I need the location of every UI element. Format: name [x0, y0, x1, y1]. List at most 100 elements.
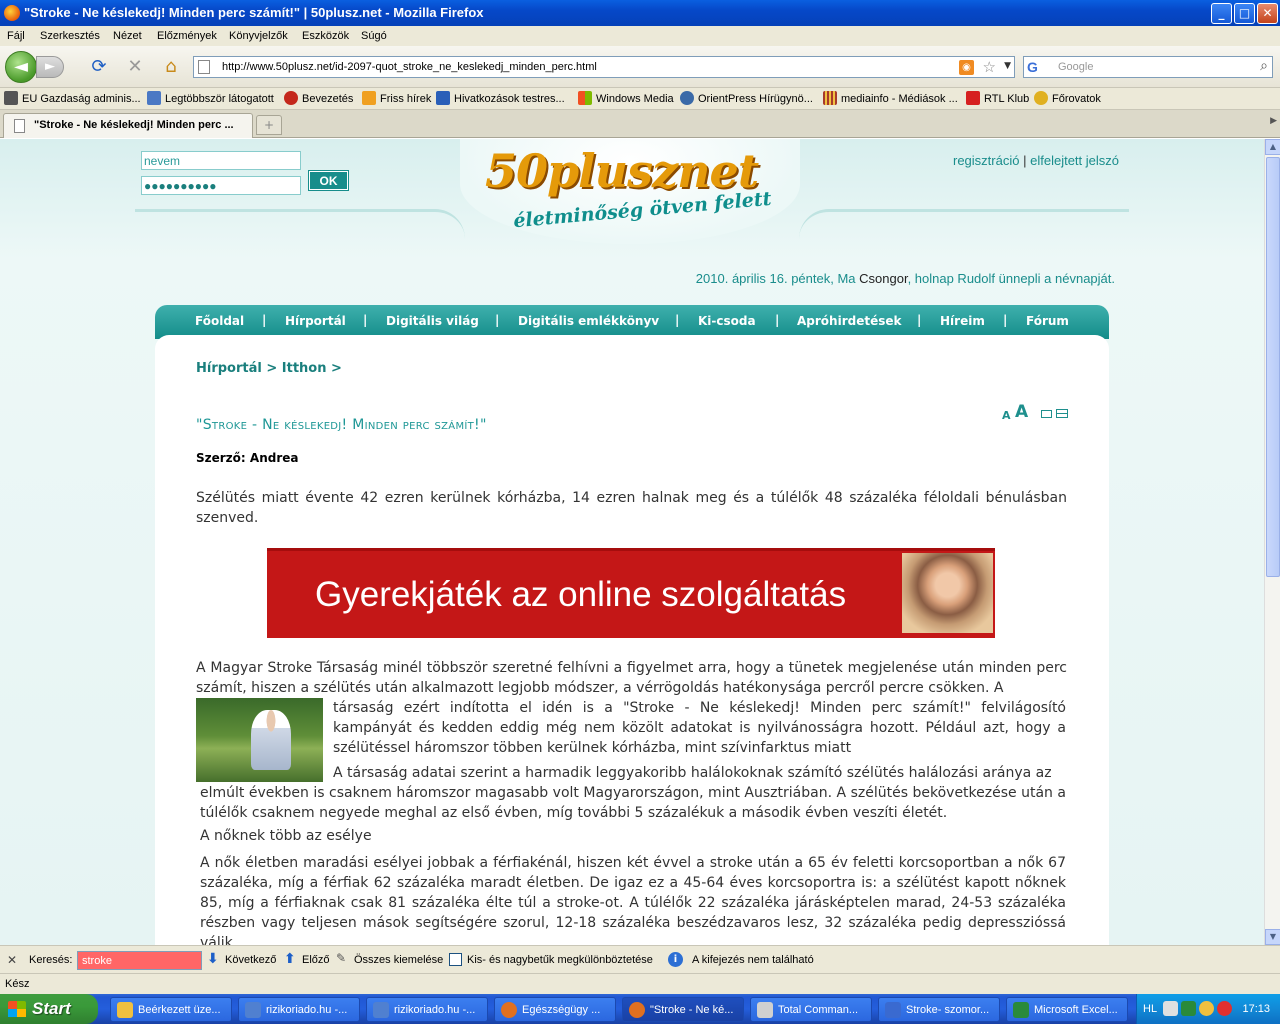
email-icon[interactable] — [1041, 410, 1052, 418]
login-ok-button[interactable]: OK — [309, 171, 348, 190]
site-nav: Főoldal | Hírportál | Digitális világ | … — [155, 305, 1109, 339]
tab-list-icon[interactable]: ▶ — [1270, 116, 1277, 126]
nav-separator: | — [917, 313, 922, 327]
arrow-down-icon[interactable]: ⬇ — [207, 951, 219, 967]
taskbar-item[interactable]: Stroke- szomor... — [878, 997, 1000, 1022]
register-link[interactable]: regisztráció — [953, 153, 1019, 168]
bookmark-forovatok[interactable]: Főrovatok — [1034, 91, 1101, 107]
taskbar-item[interactable]: Microsoft Excel... — [1006, 997, 1128, 1022]
nameday-today: Csongor — [859, 271, 908, 286]
menu-help[interactable]: Súgó — [361, 30, 387, 42]
font-increase-icon[interactable]: A — [1015, 402, 1028, 422]
bookmark-friss-hirek[interactable]: Friss hírek — [362, 91, 431, 107]
firefox-icon — [629, 1002, 645, 1018]
menu-tools[interactable]: Eszközök — [302, 30, 349, 42]
bookmark-most-visited[interactable]: Legtöbbször látogatott — [147, 91, 274, 107]
find-previous-button[interactable]: Előző — [302, 954, 330, 966]
password-field[interactable] — [141, 176, 301, 195]
match-case-checkbox[interactable] — [449, 953, 462, 966]
scroll-up-icon[interactable]: ▲ — [1265, 139, 1280, 155]
antivirus-icon[interactable] — [1181, 1001, 1196, 1016]
bookmarks-toolbar: EU Gazdaság adminis... Legtöbbször látog… — [0, 88, 1280, 110]
nav-hirportal[interactable]: Hírportál — [285, 314, 346, 328]
chevron-down-icon[interactable]: ▼ — [1004, 61, 1011, 71]
highlighter-icon[interactable]: ✎ — [336, 951, 346, 965]
reload-icon[interactable]: ⟳ — [88, 56, 110, 78]
scroll-thumb[interactable] — [1266, 157, 1280, 577]
font-decrease-icon[interactable]: A — [1002, 409, 1011, 422]
highlight-all-button[interactable]: Összes kiemelése — [354, 954, 443, 966]
nav-forum[interactable]: Fórum — [1026, 314, 1069, 328]
bookmark-eu-gazdasag[interactable]: EU Gazdaság adminis... — [4, 91, 141, 107]
bookmark-windows-media[interactable]: Windows Media — [578, 91, 674, 107]
find-input[interactable] — [77, 951, 202, 970]
mail-icon — [117, 1002, 133, 1018]
tab-active[interactable]: "Stroke - Ne késlekedj! Minden perc ... — [3, 113, 253, 138]
bookmark-rtl-klub[interactable]: RTL Klub — [966, 91, 1029, 107]
tray-icon[interactable] — [1217, 1001, 1232, 1016]
photo-figure — [251, 710, 291, 770]
url-bar[interactable]: http://www.50plusz.net/id-2097-quot_stro… — [193, 56, 1015, 78]
match-case-label[interactable]: Kis- és nagybetűk megkülönböztetése — [467, 954, 653, 966]
vertical-scrollbar[interactable]: ▲ ▼ — [1264, 139, 1280, 945]
taskbar-item[interactable]: Total Comman... — [750, 997, 872, 1022]
language-indicator[interactable]: HL — [1143, 1003, 1157, 1015]
taskbar-item[interactable]: rizikoriado.hu -... — [366, 997, 488, 1022]
bookmark-orientpress[interactable]: OrientPress Hírügynö... — [680, 91, 813, 107]
taskbar-item-active[interactable]: "Stroke - Ne ké... — [622, 997, 744, 1022]
breadcrumb[interactable]: Hírportál > Itthon > — [196, 361, 342, 376]
article-author: Szerző: Andrea — [196, 451, 298, 465]
page-icon — [14, 119, 25, 133]
article-paragraph: elmúlt években is csaknem háromszor maga… — [200, 785, 1066, 821]
taskbar-item[interactable]: Beérkezett üze... — [110, 997, 232, 1022]
find-label: Keresés: — [29, 954, 73, 966]
nav-fooldal[interactable]: Főoldal — [195, 314, 244, 328]
forgot-password-link[interactable]: elfelejtett jelszó — [1030, 153, 1119, 168]
menu-bookmarks[interactable]: Könyvjelzők — [229, 30, 288, 42]
home-icon[interactable]: ⌂ — [160, 56, 182, 78]
nav-digitalis-vilag[interactable]: Digitális világ — [386, 314, 479, 328]
tray-icon[interactable] — [1199, 1001, 1214, 1016]
google-icon[interactable]: G — [1027, 59, 1045, 75]
bookmark-bevezetes[interactable]: Bevezetés — [284, 91, 353, 107]
search-icon[interactable]: ⌕ — [1260, 58, 1268, 74]
new-tab-button[interactable]: + — [256, 115, 282, 135]
tab-title: "Stroke - Ne késlekedj! Minden perc ... — [34, 119, 234, 131]
forward-button[interactable]: ► — [36, 56, 64, 78]
maximize-button[interactable]: □ — [1234, 3, 1255, 24]
nav-ki-csoda[interactable]: Ki-csoda — [698, 314, 756, 328]
back-button[interactable]: ◄ — [5, 51, 37, 83]
start-button[interactable]: Start — [0, 994, 98, 1024]
nav-aprohirdetesek[interactable]: Apróhirdetések — [797, 314, 901, 328]
print-icon[interactable] — [1056, 409, 1068, 418]
bookmark-mediainfo[interactable]: mediainfo - Médiások ... — [823, 91, 958, 107]
nav-digitalis-emlekkonyv[interactable]: Digitális emlékkönyv — [518, 314, 659, 328]
close-button[interactable]: ✕ — [1257, 3, 1278, 24]
nav-hireim[interactable]: Híreim — [940, 314, 985, 328]
menu-file[interactable]: Fájl — [7, 30, 25, 42]
start-label: Start — [32, 999, 71, 1018]
url-text[interactable]: http://www.50plusz.net/id-2097-quot_stro… — [222, 61, 597, 73]
search-box[interactable]: G Google ⌕ — [1023, 56, 1273, 78]
taskbar-item[interactable]: rizikoriado.hu -... — [238, 997, 360, 1022]
menu-edit[interactable]: Szerkesztés — [40, 30, 100, 42]
menu-history[interactable]: Előzmények — [157, 30, 217, 42]
bookmark-hivatkozasok[interactable]: Hivatkozások testres... — [436, 91, 565, 107]
close-find-icon[interactable]: ✕ — [7, 953, 17, 967]
minimize-button[interactable]: _ — [1211, 3, 1232, 24]
stop-icon[interactable]: ✕ — [124, 56, 146, 78]
ad-banner[interactable]: Gyerekjáték az online szolgáltatás — [267, 548, 995, 638]
menu-bar: Fájl Szerkesztés Nézet Előzmények Könyvj… — [0, 26, 1280, 46]
username-field[interactable] — [141, 151, 301, 170]
site-logo[interactable]: 50plusznet — [485, 144, 759, 198]
bookmark-star-icon[interactable]: ☆ — [983, 58, 996, 76]
find-next-button[interactable]: Következő — [225, 954, 276, 966]
arrow-up-icon[interactable]: ⬆ — [284, 951, 296, 967]
taskbar-item[interactable]: Egészségügy ... — [494, 997, 616, 1022]
menu-view[interactable]: Nézet — [113, 30, 142, 42]
tray-icon[interactable] — [1163, 1001, 1178, 1016]
account-links: regisztráció | elfelejtett jelszó — [953, 153, 1119, 168]
scroll-down-icon[interactable]: ▼ — [1265, 929, 1280, 945]
rss-icon[interactable]: ◉ — [959, 60, 974, 75]
search-input[interactable]: Google — [1058, 61, 1093, 73]
